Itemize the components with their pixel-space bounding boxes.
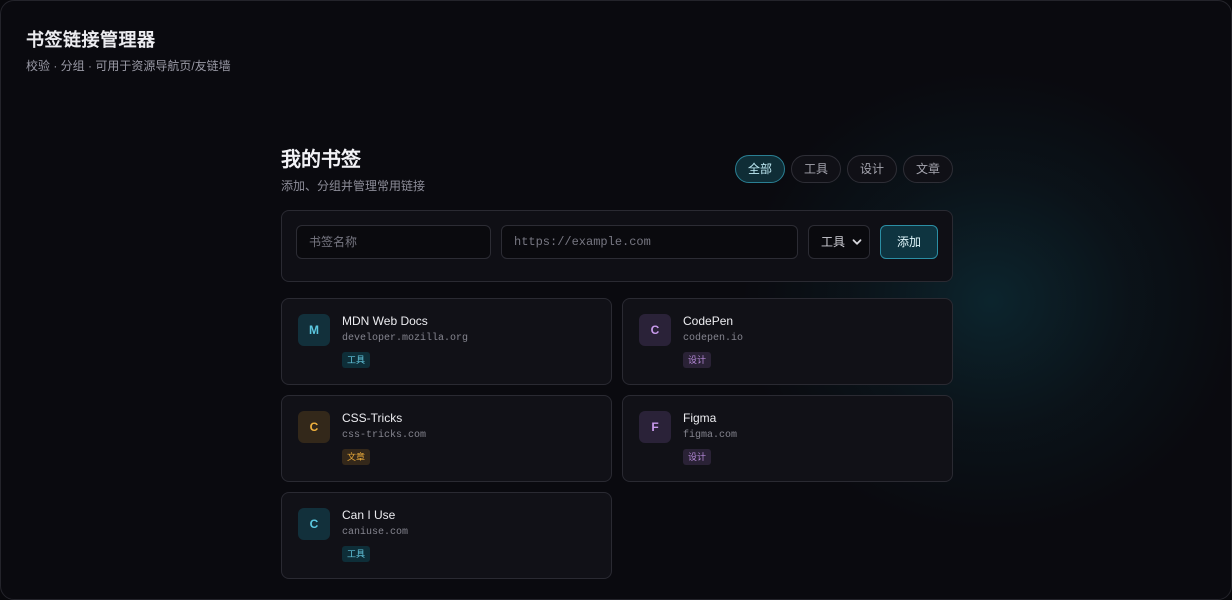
bookmark-domain: developer.mozilla.org [342,333,469,344]
app-subtitle: 校验 · 分组 · 可用于资源导航页/友链墙 [26,59,231,73]
bookmark-tag: 设计 [683,449,712,465]
bookmark-grid: M MDN Web Docs developer.mozilla.org 工具 … [281,298,953,579]
panel-header: 我的书签 添加、分组并管理常用链接 全部 工具 设计 文章 [281,146,953,210]
bookmark-tag: 工具 [342,352,371,368]
bookmark-domain: figma.com [683,430,738,441]
bookmark-name: Figma [683,411,717,425]
bookmark-tag: 文章 [342,449,371,465]
bookmark-avatar: M [298,314,330,346]
add-bookmark-form: 工具 添加 [281,210,953,282]
category-select-value: 工具 [821,235,846,249]
bookmark-avatar: C [639,314,671,346]
bookmark-name-input[interactable] [296,225,491,259]
app-title: 书签链接管理器 [26,30,156,50]
add-bookmark-button[interactable]: 添加 [880,225,938,259]
bookmark-card[interactable]: C CodePen codepen.io 设计 [622,298,953,385]
bookmark-card[interactable]: C Can I Use caniuse.com 工具 [281,492,612,579]
bookmark-avatar: F [639,411,671,443]
bookmark-url-input[interactable] [501,225,798,259]
chevron-down-icon [852,239,862,245]
app-header: 书签链接管理器 校验 · 分组 · 可用于资源导航页/友链墙 [26,28,231,74]
bookmark-card[interactable]: M MDN Web Docs developer.mozilla.org 工具 [281,298,612,385]
bookmark-name: CSS-Tricks [342,411,403,425]
panel-title: 我的书签 [281,149,361,171]
filter-design[interactable]: 设计 [846,155,897,183]
bookmark-name: CodePen [683,314,734,328]
filter-all[interactable]: 全部 [734,155,785,183]
bookmarks-panel: 我的书签 添加、分组并管理常用链接 全部 工具 设计 文章 工具 添加 M [281,146,953,579]
bookmark-domain: codepen.io [683,333,744,344]
bookmark-domain: caniuse.com [342,527,409,538]
bookmark-name: Can I Use [342,508,396,522]
bookmark-card[interactable]: F Figma figma.com 设计 [622,395,953,482]
bookmark-tag: 工具 [342,546,371,562]
app-window: 书签链接管理器 校验 · 分组 · 可用于资源导航页/友链墙 我的书签 添加、分… [0,0,1232,600]
bookmark-avatar: C [298,411,330,443]
bookmark-name: MDN Web Docs [342,314,428,328]
bookmark-card[interactable]: C CSS-Tricks css-tricks.com 文章 [281,395,612,482]
filter-tools[interactable]: 工具 [790,155,841,183]
panel-subtitle: 添加、分组并管理常用链接 [281,179,426,193]
category-select[interactable]: 工具 [808,225,870,259]
bookmark-avatar: C [298,508,330,540]
category-filters: 全部 工具 设计 文章 [734,155,953,183]
bookmark-tag: 设计 [683,352,712,368]
filter-articles[interactable]: 文章 [902,155,953,183]
bookmark-domain: css-tricks.com [342,430,427,441]
